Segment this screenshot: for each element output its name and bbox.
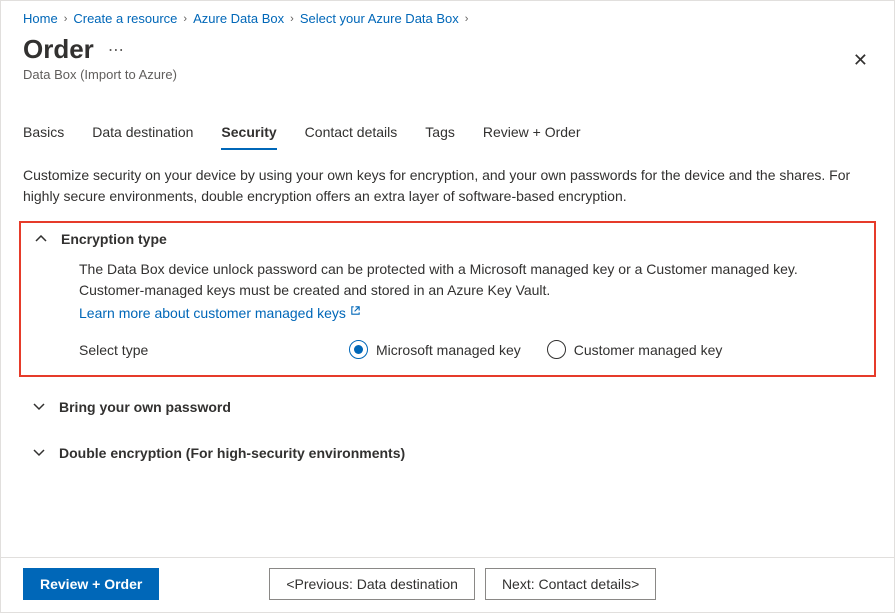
next-button[interactable]: Next: Contact details>	[485, 568, 656, 600]
breadcrumb: Home › Create a resource › Azure Data Bo…	[1, 1, 894, 30]
breadcrumb-link-create-resource[interactable]: Create a resource	[73, 11, 177, 26]
breadcrumb-link-select-databox[interactable]: Select your Azure Data Box	[300, 11, 459, 26]
chevron-right-icon: ›	[290, 13, 294, 25]
learn-more-link[interactable]: Learn more about customer managed keys	[79, 303, 361, 324]
chevron-right-icon: ›	[183, 13, 187, 25]
accordion-encryption-header[interactable]: Encryption type	[21, 223, 874, 255]
encryption-type-radio-group: Microsoft managed key Customer managed k…	[349, 340, 722, 359]
intro-text: Customize security on your device by usi…	[1, 151, 894, 207]
external-link-icon	[350, 305, 361, 322]
breadcrumb-link-home[interactable]: Home	[23, 11, 58, 26]
tab-contact-details[interactable]: Contact details	[305, 118, 398, 150]
encryption-section-highlight: Encryption type The Data Box device unlo…	[19, 221, 876, 377]
select-type-label: Select type	[79, 342, 349, 358]
more-dots-icon[interactable]: ⋯	[108, 40, 125, 60]
page-header: Order ⋯ Data Box (Import to Azure) ✕	[1, 30, 894, 82]
review-order-button[interactable]: Review + Order	[23, 568, 159, 600]
page-title: Order	[23, 34, 94, 65]
close-icon[interactable]: ✕	[845, 44, 876, 77]
chevron-down-icon	[33, 449, 45, 457]
footer: Review + Order <Previous: Data destinati…	[1, 557, 894, 612]
radio-microsoft-managed[interactable]: Microsoft managed key	[349, 340, 521, 359]
radio-customer-managed[interactable]: Customer managed key	[547, 340, 723, 359]
tab-basics[interactable]: Basics	[23, 118, 64, 150]
accordion-byop-header[interactable]: Bring your own password	[19, 391, 876, 423]
breadcrumb-link-azure-data-box[interactable]: Azure Data Box	[193, 11, 284, 26]
tab-data-destination[interactable]: Data destination	[92, 118, 193, 150]
chevron-up-icon	[35, 235, 47, 243]
page-subtitle: Data Box (Import to Azure)	[23, 67, 845, 82]
tab-tags[interactable]: Tags	[425, 118, 455, 150]
accordion-double-encryption-title: Double encryption (For high-security env…	[59, 445, 405, 461]
radio-icon	[547, 340, 566, 359]
accordion-double-encryption-header[interactable]: Double encryption (For high-security env…	[19, 437, 876, 469]
tab-security[interactable]: Security	[221, 118, 276, 150]
accordion-encryption-title: Encryption type	[61, 231, 167, 247]
tabs: Basics Data destination Security Contact…	[1, 118, 894, 151]
radio-icon	[349, 340, 368, 359]
chevron-right-icon: ›	[465, 13, 469, 25]
previous-button[interactable]: <Previous: Data destination	[269, 568, 475, 600]
chevron-down-icon	[33, 403, 45, 411]
encryption-description: The Data Box device unlock password can …	[79, 261, 798, 298]
tab-review-order[interactable]: Review + Order	[483, 118, 581, 150]
accordion-byop-title: Bring your own password	[59, 399, 231, 415]
chevron-right-icon: ›	[64, 13, 68, 25]
